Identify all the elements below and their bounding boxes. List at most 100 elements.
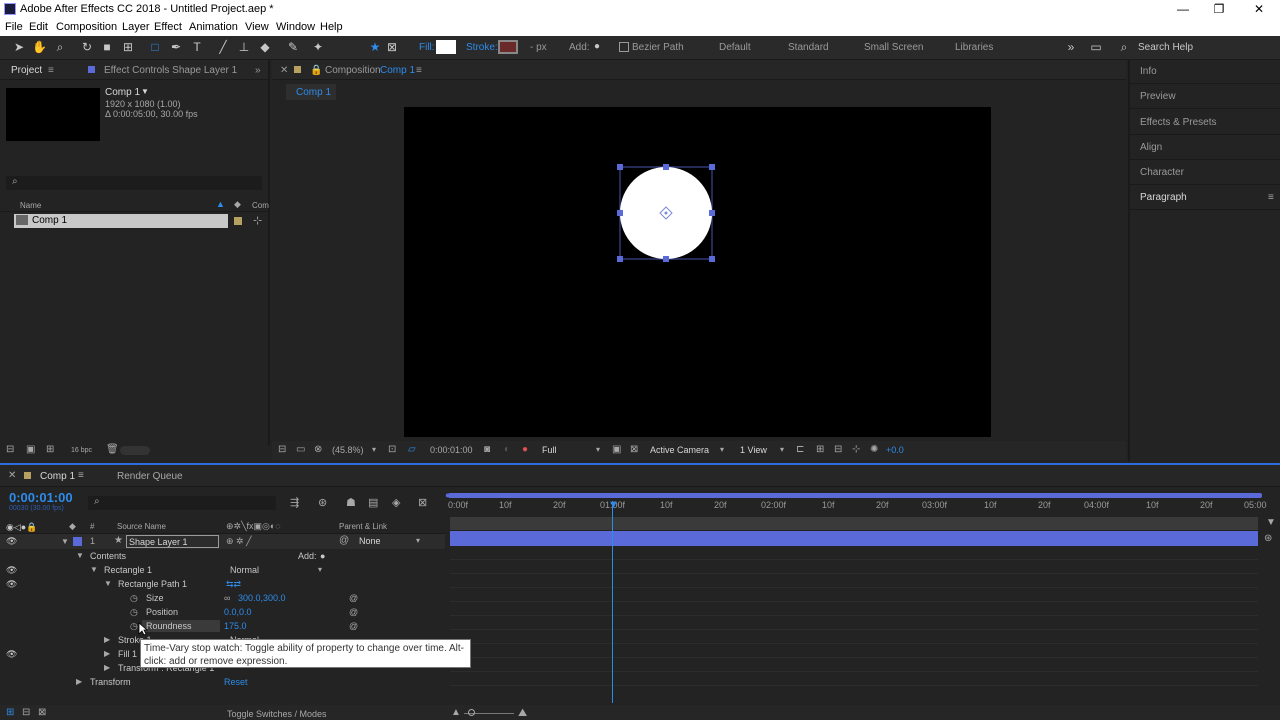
tab-comp1[interactable]: Comp 1 xyxy=(380,65,415,76)
stroke-width[interactable]: - px xyxy=(530,42,547,53)
parent-dropdown-icon[interactable]: ▾ xyxy=(416,536,420,545)
bezier-checkbox[interactable] xyxy=(619,42,629,52)
camera-tool-icon[interactable]: ■ xyxy=(100,40,114,54)
sync-settings-icon[interactable]: ▭ xyxy=(1089,40,1103,54)
shy-layers-icon[interactable]: ☗ xyxy=(346,496,356,509)
zoom-in-icon[interactable]: ⛰ xyxy=(518,707,527,720)
panel-paragraph[interactable]: Paragraph xyxy=(1140,192,1187,203)
expression-pickwhip-icon[interactable]: @ xyxy=(349,593,358,603)
toggle-switches-modes[interactable]: Toggle Switches / Modes xyxy=(227,709,327,719)
workspace-small-screen[interactable]: Small Screen xyxy=(864,42,923,53)
timeline-icon[interactable]: ⊟ xyxy=(834,444,842,455)
motion-blur-icon[interactable]: ◈ xyxy=(392,496,400,509)
expand-icon[interactable]: ▼ xyxy=(104,579,112,588)
mask-toggle-icon[interactable]: ⊠ xyxy=(385,40,399,54)
panel-character[interactable]: Character xyxy=(1140,167,1184,178)
collapse-icon[interactable]: ▶ xyxy=(104,635,110,644)
project-search-input[interactable]: ⌕ xyxy=(6,176,262,190)
more-workspaces-icon[interactable]: » xyxy=(1064,40,1078,54)
project-item-comp1[interactable]: Comp 1 xyxy=(14,214,228,228)
col-parent-link[interactable]: Parent & Link xyxy=(339,522,387,531)
visibility-eye-icon[interactable]: 👁 xyxy=(6,536,17,547)
region-of-interest-icon[interactable]: ▣ xyxy=(612,444,621,455)
visibility-eye-icon[interactable]: 👁 xyxy=(6,579,17,590)
handle-left[interactable] xyxy=(617,210,623,216)
roundness-value[interactable]: 175.0 xyxy=(224,621,247,631)
sort-ascending-icon[interactable]: ▲ xyxy=(216,199,225,209)
snapshot-camera-icon[interactable]: ◙ xyxy=(484,444,490,455)
constrain-link-icon[interactable]: ∞ xyxy=(224,593,230,603)
timeline-menu-icon[interactable]: ≡ xyxy=(78,470,84,481)
in-out-pane-icon[interactable]: ⊠ xyxy=(38,707,46,718)
work-area-end-handle[interactable]: ● xyxy=(1257,490,1262,500)
camera-dropdown[interactable]: Active Camera xyxy=(650,445,709,455)
col-comment[interactable]: Com xyxy=(252,201,269,210)
roundness-row[interactable]: ◷ Roundness 175.0 @ xyxy=(0,619,445,633)
vr-icon[interactable]: ⊗ xyxy=(314,444,322,455)
blend-mode-dropdown-icon[interactable]: ▾ xyxy=(318,565,322,574)
collapse-icon[interactable]: ▶ xyxy=(104,649,110,658)
resolution-dropdown[interactable]: Full xyxy=(542,445,557,455)
mask-visibility-icon[interactable]: ▱ xyxy=(408,444,416,455)
add-content-button-icon[interactable]: ● xyxy=(320,551,325,561)
fill-swatch[interactable] xyxy=(436,40,456,54)
zoom-slider-handle[interactable] xyxy=(468,709,475,716)
handle-right[interactable] xyxy=(709,210,715,216)
layer-duration-bar[interactable] xyxy=(450,531,1258,546)
rotate-tool-icon[interactable]: ↻ xyxy=(80,40,94,54)
pan-behind-tool-icon[interactable]: ⊞ xyxy=(121,40,135,54)
maximize-button[interactable]: ❐ xyxy=(1204,2,1234,18)
menu-help[interactable]: Help xyxy=(320,21,343,33)
blend-mode-dropdown[interactable]: Normal xyxy=(230,565,259,575)
layer-label-color[interactable] xyxy=(73,537,82,546)
workspace-default[interactable]: Default xyxy=(719,42,751,53)
panel-align[interactable]: Align xyxy=(1140,142,1162,153)
close-button[interactable]: ✕ xyxy=(1244,2,1274,18)
project-menu-icon[interactable]: ≡ xyxy=(48,65,54,76)
monitor-icon[interactable]: ▭ xyxy=(296,444,305,455)
panel-preview[interactable]: Preview xyxy=(1140,91,1176,102)
collapse-icon[interactable]: ▶ xyxy=(76,677,82,686)
paragraph-menu-icon[interactable]: ≡ xyxy=(1268,192,1274,203)
workspace-libraries[interactable]: Libraries xyxy=(955,42,993,53)
menu-animation[interactable]: Animation xyxy=(189,21,238,33)
label-tag-icon[interactable]: ◆ xyxy=(234,199,241,210)
contents-row[interactable]: ▼ Contents Add: ● xyxy=(0,549,445,563)
work-area-bar[interactable]: ● ● xyxy=(445,490,1266,500)
zoom-out-icon[interactable]: ▲ xyxy=(451,707,461,718)
clone-stamp-tool-icon[interactable]: ⊥ xyxy=(237,40,251,54)
parent-dropdown[interactable]: None xyxy=(359,536,381,546)
col-source-name[interactable]: Source Name xyxy=(117,522,166,531)
zoom-tool-icon[interactable]: ⌕ xyxy=(53,40,67,54)
position-row[interactable]: ◷ Position 0.0,0.0 @ xyxy=(0,605,445,619)
flowchart-icon[interactable]: ⊹ xyxy=(852,444,860,455)
draft-3d-icon[interactable]: ⊛ xyxy=(318,496,327,509)
exposure-value[interactable]: +0.0 xyxy=(886,445,904,455)
reset-button[interactable]: Reset xyxy=(224,677,248,687)
eraser-tool-icon[interactable]: ◆ xyxy=(258,40,272,54)
panel-effects-presets[interactable]: Effects & Presets xyxy=(1140,117,1217,128)
size-value[interactable]: 300.0,300.0 xyxy=(238,593,286,603)
expand-icon[interactable]: ▼ xyxy=(76,551,84,560)
timeline-search-input[interactable]: ⌕ xyxy=(88,496,276,510)
playhead-handle[interactable]: ▼ xyxy=(608,499,619,511)
transfer-controls-icon[interactable]: ⊟ xyxy=(22,707,30,718)
flowchart-icon[interactable]: ⊹ xyxy=(253,214,262,227)
expression-pickwhip-icon[interactable]: @ xyxy=(349,621,358,631)
add-button-icon[interactable]: ● xyxy=(590,40,604,54)
tab-render-queue[interactable]: Render Queue xyxy=(117,471,183,482)
pen-tool-icon[interactable]: ✒ xyxy=(169,40,183,54)
camera-dropdown-icon[interactable]: ▾ xyxy=(720,445,724,454)
composition-tab-label[interactable]: Composition xyxy=(325,65,381,76)
position-value[interactable]: 0.0,0.0 xyxy=(224,607,252,617)
search-icon[interactable]: ⌕ xyxy=(1117,40,1131,54)
pick-whip-icon[interactable]: @ xyxy=(339,535,349,546)
menu-file[interactable]: File xyxy=(5,21,23,33)
view-layout-dropdown-icon[interactable]: ▾ xyxy=(780,445,784,454)
search-help-input[interactable]: Search Help xyxy=(1138,42,1193,53)
comp-subtab[interactable]: Comp 1 xyxy=(286,84,336,100)
trash-icon[interactable]: 🗑 xyxy=(106,444,119,455)
col-name[interactable]: Name xyxy=(20,201,41,210)
hand-tool-icon[interactable]: ✋ xyxy=(32,40,47,54)
thumbnail-slider[interactable] xyxy=(120,446,150,455)
